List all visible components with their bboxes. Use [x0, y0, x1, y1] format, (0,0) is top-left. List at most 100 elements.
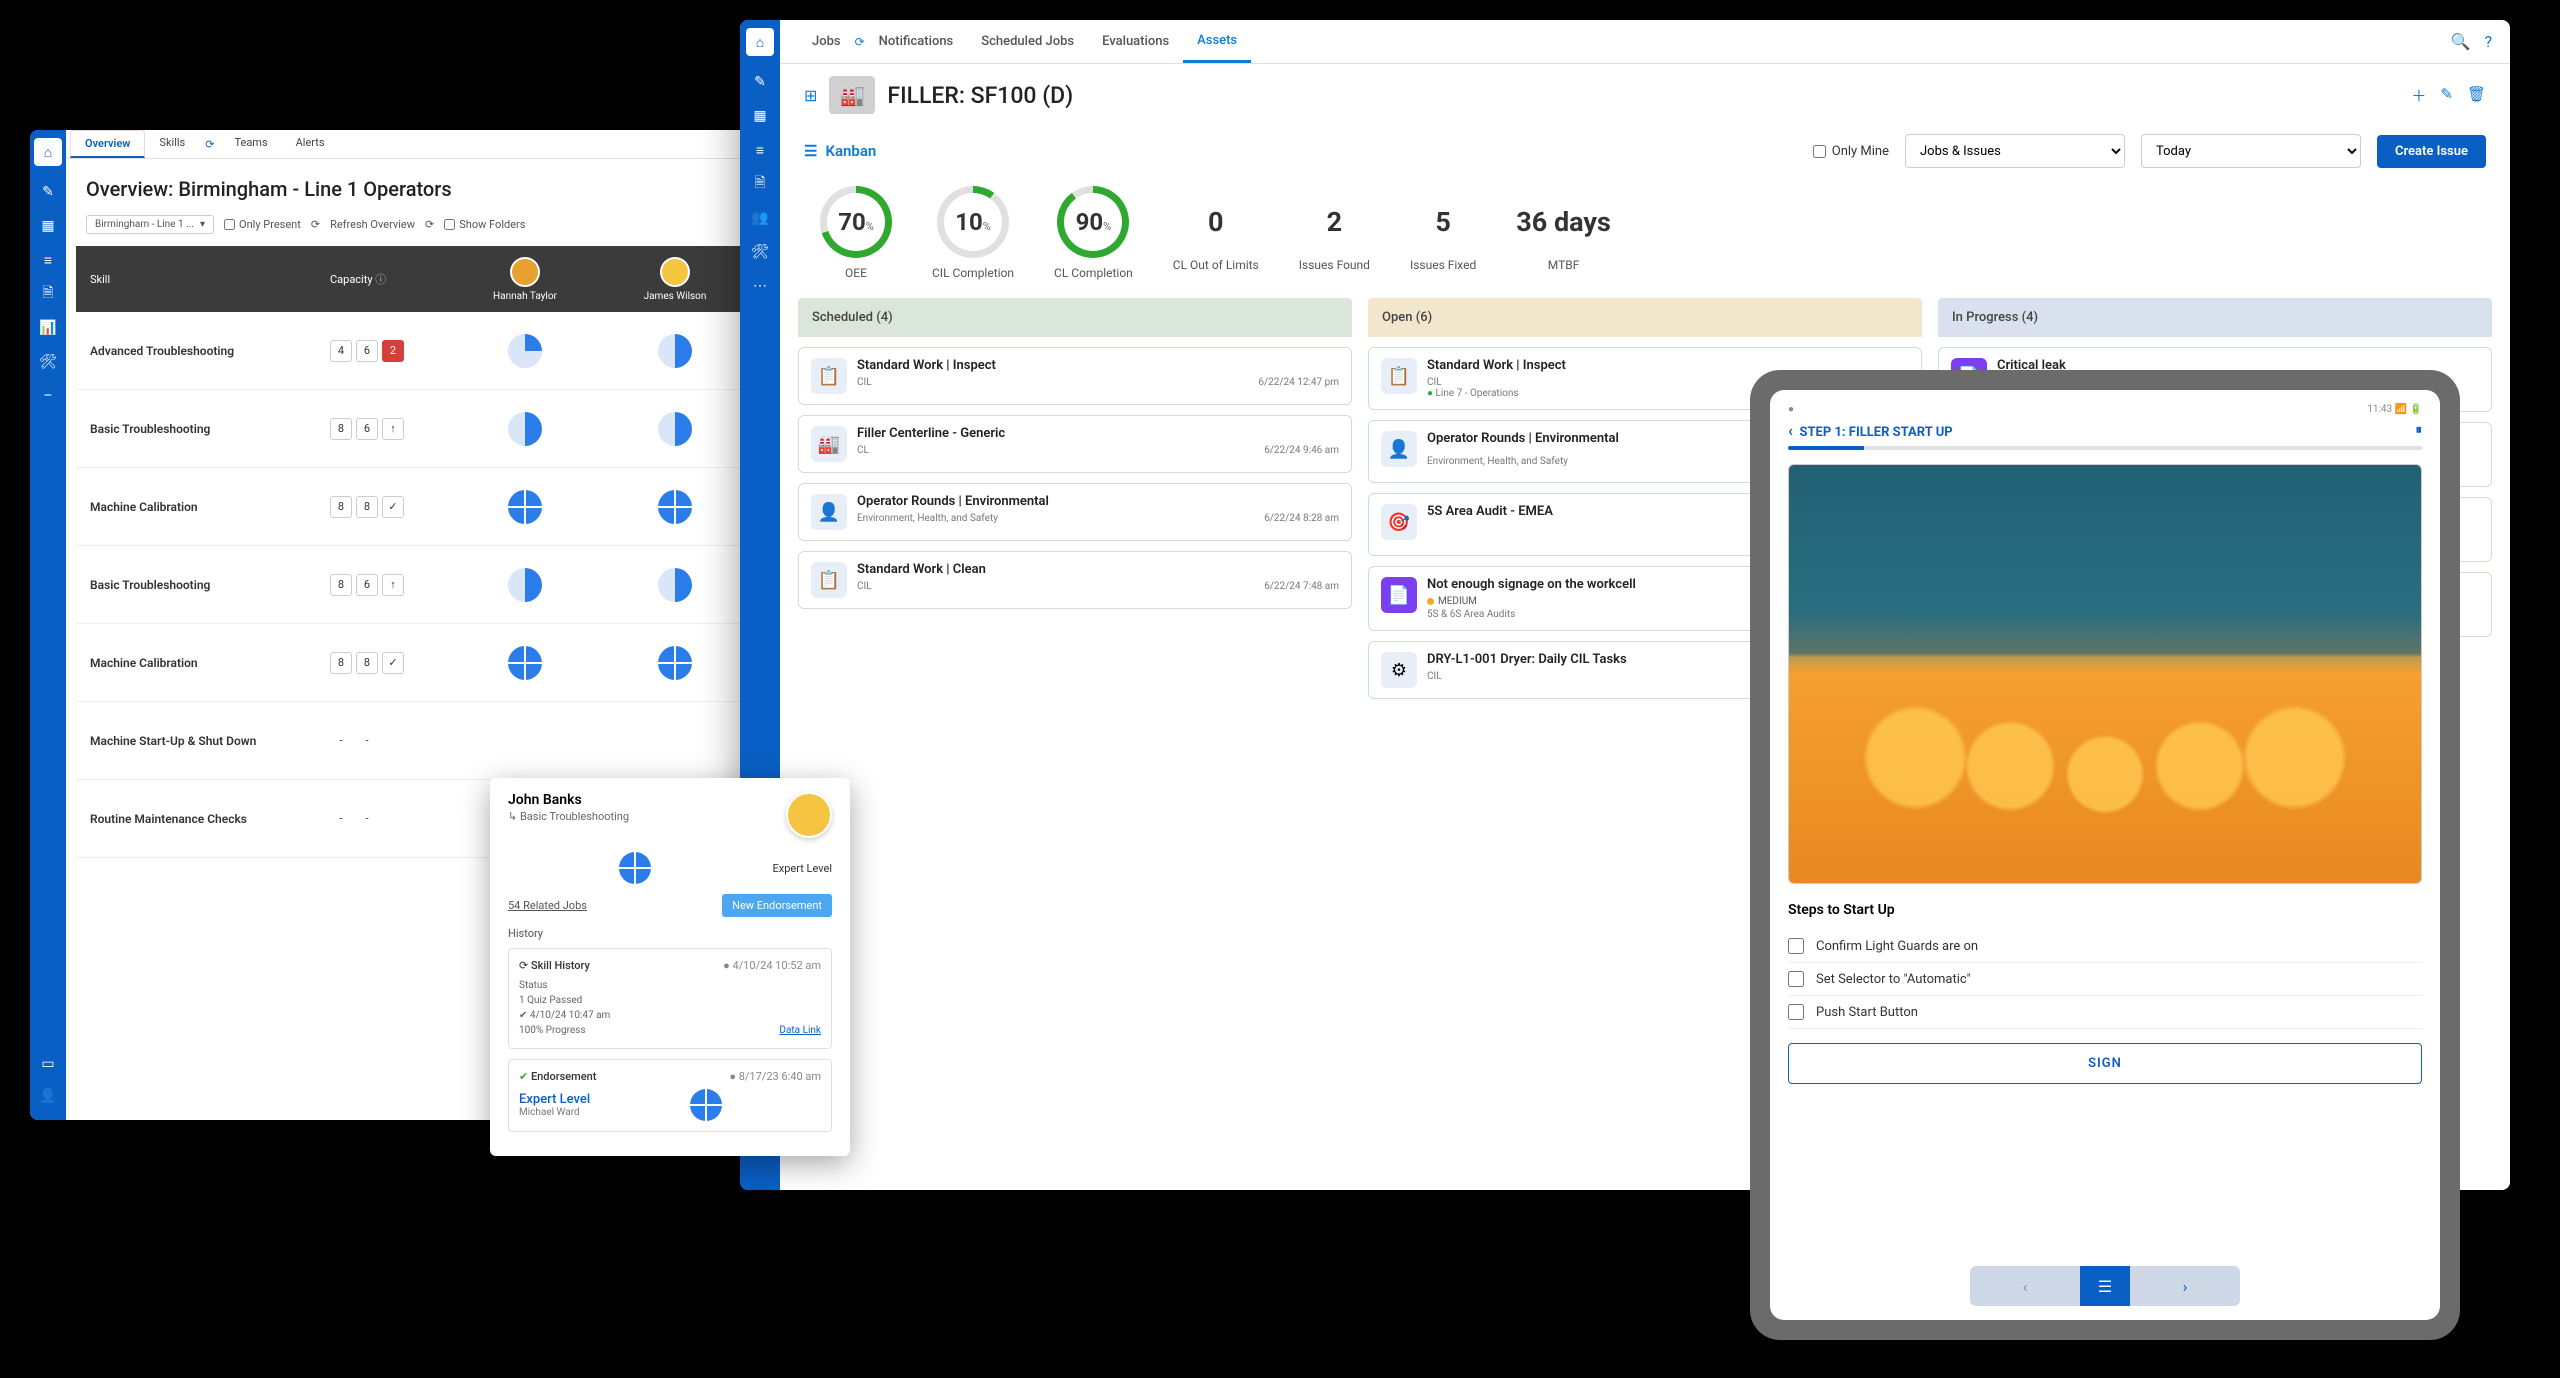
tab-alerts[interactable]: Alerts: [282, 130, 339, 158]
chart-icon[interactable]: 📊: [40, 320, 56, 336]
only-mine-checkbox[interactable]: Only Mine: [1813, 144, 1889, 159]
skill-pie[interactable]: [600, 568, 750, 602]
tab-teams[interactable]: Teams: [220, 130, 281, 158]
skill-name: Basic Troubleshooting: [90, 578, 330, 592]
grid-icon[interactable]: ▦: [40, 218, 56, 234]
document-icon[interactable]: 🗎: [752, 176, 768, 192]
card-icon: 📋: [811, 358, 847, 394]
skill-row[interactable]: Basic Troubleshooting86↑: [76, 546, 750, 624]
table-header: Skill Capacity ⓘ Hannah Taylor James Wil…: [76, 246, 750, 312]
card-icon: 🏭: [811, 426, 847, 462]
refresh-overview[interactable]: Refresh Overview: [330, 218, 415, 231]
prev-button[interactable]: ‹: [1970, 1266, 2080, 1306]
more-icon[interactable]: ⋯: [752, 278, 768, 294]
skill-row[interactable]: Basic Troubleshooting86↑: [76, 390, 750, 468]
timestamp: ● 8/17/23 6:40 am: [729, 1070, 821, 1083]
nav-jobs[interactable]: Jobs: [798, 22, 855, 61]
skill-row[interactable]: Machine Calibration88✓: [76, 468, 750, 546]
timestamp: ● 4/10/24 10:52 am: [723, 959, 821, 972]
skill-pie[interactable]: [600, 646, 750, 680]
nav-evaluations[interactable]: Evaluations: [1088, 22, 1183, 61]
skill-row[interactable]: Machine Calibration88✓: [76, 624, 750, 702]
col-header: Scheduled (4): [798, 298, 1352, 337]
kanban-toolbar: ☰ Kanban Only Mine Jobs & Issues Today C…: [780, 126, 2510, 182]
edit-icon[interactable]: ✎: [2440, 85, 2453, 106]
view-kanban[interactable]: ☰ Kanban: [804, 142, 876, 160]
header-person-1[interactable]: Hannah Taylor: [450, 257, 600, 302]
capacity-cells: 88✓: [330, 652, 450, 674]
document-icon[interactable]: 🗎: [40, 286, 56, 302]
skill-pie[interactable]: [600, 490, 750, 524]
tab-overview[interactable]: Overview: [70, 130, 145, 158]
home-icon[interactable]: ⌂: [34, 138, 62, 166]
refresh-icon[interactable]: ⟳: [425, 218, 434, 231]
checklist-item[interactable]: Confirm Light Guards are on: [1788, 930, 2422, 963]
skill-name: Advanced Troubleshooting: [90, 344, 330, 358]
only-present-checkbox[interactable]: Only Present: [224, 218, 301, 231]
metric: 10%CIL Completion: [932, 186, 1014, 280]
nav-scheduled[interactable]: Scheduled Jobs: [967, 22, 1088, 61]
tools-icon[interactable]: 🛠: [752, 244, 768, 260]
skill-pie[interactable]: [600, 412, 750, 446]
sliders-icon[interactable]: ≡: [40, 252, 56, 268]
skill-pie[interactable]: [600, 334, 750, 368]
skill-pie[interactable]: [450, 490, 600, 524]
tab-skills[interactable]: Skills: [145, 130, 199, 158]
show-folders-checkbox[interactable]: Show Folders: [444, 218, 525, 231]
help-icon[interactable]: ?: [2484, 32, 2492, 51]
home-icon[interactable]: ⌂: [746, 28, 774, 56]
metric: 2Issues Found: [1299, 186, 1370, 280]
kanban-card[interactable]: 📋Standard Work | InspectCIL 6/22/24 12:4…: [798, 347, 1352, 405]
checklist-item[interactable]: Set Selector to "Automatic": [1788, 963, 2422, 996]
new-endorsement-button[interactable]: New Endorsement: [722, 894, 832, 917]
header-person-2[interactable]: James Wilson: [600, 257, 750, 302]
card-title: Standard Work | Inspect: [857, 358, 1339, 373]
skill-pie[interactable]: [450, 412, 600, 446]
hierarchy-icon[interactable]: ⊞: [804, 86, 817, 105]
card-title: Standard Work | Clean: [857, 562, 1339, 577]
skill-row[interactable]: Advanced Troubleshooting462: [76, 312, 750, 390]
back-button[interactable]: ‹: [1788, 421, 1793, 440]
grid-icon[interactable]: ▦: [752, 108, 768, 124]
tools-icon[interactable]: 🛠: [40, 354, 56, 370]
nav-assets[interactable]: Assets: [1183, 21, 1251, 63]
header-skill: Skill: [90, 273, 330, 286]
kanban-card[interactable]: 📋Standard Work | CleanCIL 6/22/24 7:48 a…: [798, 551, 1352, 609]
checklist-item[interactable]: Push Start Button: [1788, 996, 2422, 1029]
create-issue-button[interactable]: Create Issue: [2377, 135, 2486, 168]
kanban-card[interactable]: 👤Operator Rounds | EnvironmentalEnvironm…: [798, 483, 1352, 541]
refresh-icon[interactable]: ⟳: [205, 138, 214, 151]
refresh-icon[interactable]: ⟳: [311, 218, 320, 231]
breadcrumb[interactable]: Birmingham - Line 1 ... ▾: [86, 215, 214, 234]
add-icon[interactable]: ＋: [2411, 85, 2426, 106]
filter-date-select[interactable]: Today: [2141, 134, 2361, 168]
pencil-icon[interactable]: ✎: [752, 74, 768, 90]
filter-type-select[interactable]: Jobs & Issues: [1905, 134, 2125, 168]
related-jobs-link[interactable]: 54 Related Jobs: [508, 899, 587, 912]
skill-row[interactable]: Machine Start-Up & Shut Down--: [76, 702, 750, 780]
statusbar: ● 11:43 📶 🔋: [1788, 404, 2422, 415]
data-link[interactable]: Data Link: [779, 1023, 821, 1038]
people-icon[interactable]: 👥: [752, 210, 768, 226]
delete-icon[interactable]: 🗑: [2467, 85, 2486, 106]
card-icon[interactable]: ▭: [40, 1056, 56, 1072]
pencil-icon[interactable]: ✎: [40, 184, 56, 200]
nav-notifications[interactable]: Notifications: [865, 22, 968, 61]
sliders-icon[interactable]: ≡: [752, 142, 768, 158]
kanban-card[interactable]: 🏭Filler Centerline - GenericCL 6/22/24 9…: [798, 415, 1352, 473]
menu-button[interactable]: ☰: [2080, 1266, 2130, 1306]
user-icon[interactable]: 👤: [40, 1088, 56, 1104]
next-button[interactable]: ›: [2130, 1266, 2240, 1306]
skill-pie[interactable]: [450, 334, 600, 368]
search-icon[interactable]: 🔍: [2451, 32, 2471, 51]
history-card: ✔ Endorsement ● 8/17/23 6:40 am Expert L…: [508, 1059, 832, 1132]
refresh-icon[interactable]: ⟳: [855, 35, 865, 49]
minus-icon[interactable]: –: [40, 388, 56, 404]
skill-pie[interactable]: [450, 646, 600, 680]
camera-icon: ●: [1788, 404, 1794, 415]
skill-pie-icon: [690, 1089, 722, 1121]
history-label: History: [508, 927, 832, 940]
sign-button[interactable]: SIGN: [1788, 1043, 2422, 1084]
skill-pie[interactable]: [450, 568, 600, 602]
pause-icon[interactable]: ⏸: [2416, 423, 2423, 438]
